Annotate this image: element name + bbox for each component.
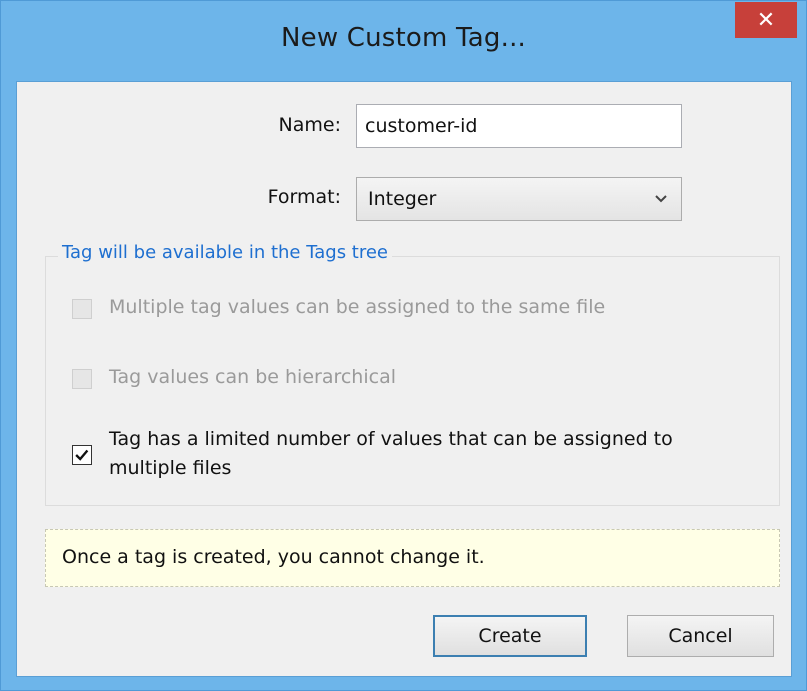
limited-values-label-line1: Tag has a limited number of values that … [109,428,673,450]
limited-values-checkbox[interactable] [72,445,92,465]
close-icon: ✕ [756,7,776,33]
dialog-title: New Custom Tag... [280,23,527,53]
multiple-values-label: Multiple tag values can be assigned to t… [109,296,606,318]
name-label: Name: [278,114,341,136]
checkmark-icon [75,449,89,461]
format-label: Format: [267,186,341,208]
info-notice: Once a tag is created, you cannot change… [45,529,780,587]
dialog-window: New Custom Tag... ✕ Name: Format: Intege… [0,0,807,691]
create-button[interactable]: Create [433,615,587,657]
format-selected-value: Integer [368,188,437,210]
groupbox-title: Tag will be available in the Tags tree [58,242,393,263]
hierarchical-checkbox[interactable] [72,369,92,389]
limited-values-label: Tag has a limited number of values that … [109,425,673,483]
close-button[interactable]: ✕ [735,2,797,38]
multiple-values-checkbox[interactable] [72,299,92,319]
name-input[interactable] [356,104,682,148]
hierarchical-label: Tag values can be hierarchical [109,366,396,388]
dialog-body: Name: Format: Integer Tag will be availa… [16,81,792,677]
limited-values-label-line2: multiple files [109,457,232,479]
notice-text: Once a tag is created, you cannot change… [62,546,485,568]
format-select[interactable]: Integer [356,177,682,221]
title-bar[interactable]: New Custom Tag... ✕ [1,1,806,81]
cancel-button[interactable]: Cancel [627,615,774,657]
chevron-down-icon [655,195,667,203]
